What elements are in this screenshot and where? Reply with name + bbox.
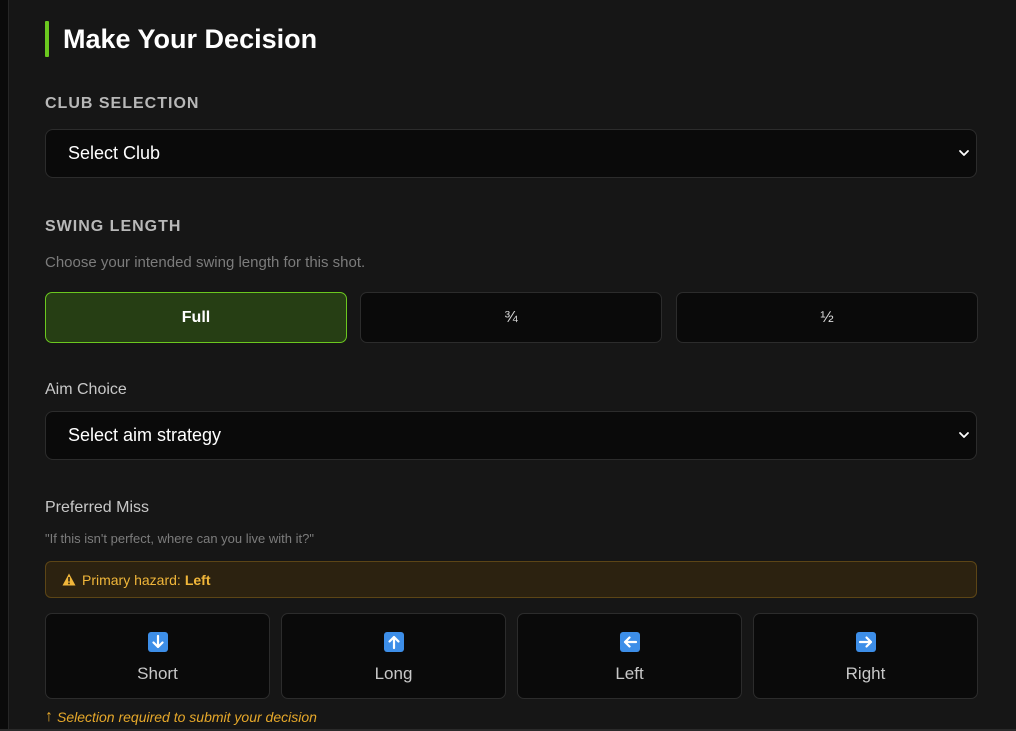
aim-select-value: Select aim strategy: [68, 425, 222, 445]
miss-option-label: Long: [374, 664, 413, 683]
miss-option-label: Left: [615, 664, 644, 683]
miss-option-label: Short: [137, 664, 178, 683]
swing-length-label: SWING LENGTH: [45, 218, 182, 235]
miss-option-label: Right: [845, 664, 886, 683]
preferred-miss-label: Preferred Miss: [45, 499, 150, 516]
selection-required-note: ↑ Selection required to submit your deci…: [45, 708, 317, 726]
club-select[interactable]: Select Club: [45, 129, 977, 178]
swing-option-label: ½: [820, 308, 834, 326]
swing-option-three-quarter[interactable]: ¾: [360, 292, 662, 343]
arrow-up-icon: [384, 632, 404, 652]
arrow-down-icon: [148, 632, 168, 652]
arrow-up-indicator: ↑: [45, 708, 53, 725]
hazard-prefix: Primary hazard:: [82, 571, 181, 588]
selection-required-text: Selection required to submit your decisi…: [57, 709, 317, 725]
swing-option-full[interactable]: Full: [45, 292, 347, 343]
title-accent-bar: [45, 21, 49, 57]
miss-option-left[interactable]: Left: [517, 613, 742, 699]
hazard-value: Left: [184, 571, 211, 588]
preferred-miss-hint: "If this isn't perfect, where can you li…: [45, 531, 314, 546]
swing-option-label: ¾: [504, 308, 518, 326]
hazard-banner: Primary hazard: Left: [45, 561, 977, 598]
miss-option-right[interactable]: Right: [753, 613, 978, 699]
club-selection-label: CLUB SELECTION: [45, 95, 200, 112]
warning-icon: [62, 573, 76, 586]
left-rail: [0, 0, 9, 731]
arrow-right-icon: [856, 632, 876, 652]
club-select-value: Select Club: [68, 143, 161, 163]
aim-select[interactable]: Select aim strategy: [45, 411, 977, 460]
chevron-down-icon: [959, 432, 969, 438]
page-header: Make Your Decision: [45, 21, 317, 57]
chevron-down-icon: [959, 150, 969, 156]
arrow-left-icon: [620, 632, 640, 652]
miss-option-short[interactable]: Short: [45, 613, 270, 699]
swing-option-label: Full: [181, 308, 211, 326]
page-title: Make Your Decision: [63, 23, 318, 54]
miss-option-long[interactable]: Long: [281, 613, 506, 699]
swing-length-hint: Choose your intended swing length for th…: [45, 254, 366, 271]
aim-choice-label: Aim Choice: [45, 381, 127, 398]
swing-option-half[interactable]: ½: [676, 292, 978, 343]
